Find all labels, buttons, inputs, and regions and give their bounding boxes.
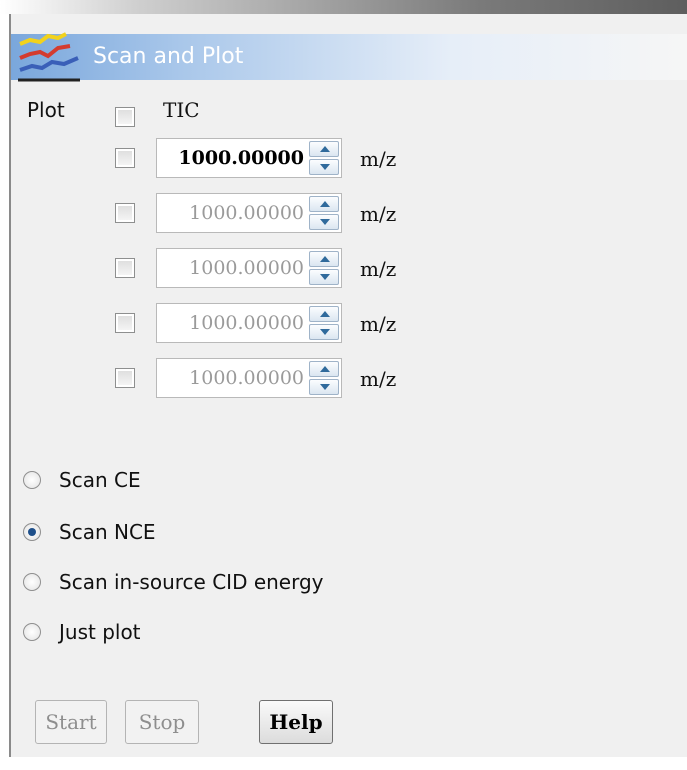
tic-label: TIC — [163, 98, 200, 122]
radio-label: Scan NCE — [59, 520, 156, 544]
mz-value: 1000.00000 — [189, 257, 304, 279]
mz-checkbox-4[interactable] — [115, 313, 135, 333]
plot-label: Plot — [27, 98, 65, 122]
mz-unit-2: m/z — [360, 202, 397, 226]
mz-spinbox-1[interactable]: 1000.00000 — [156, 138, 342, 178]
radio-label: Scan in-source CID energy — [59, 570, 324, 594]
spin-up-icon[interactable] — [309, 306, 339, 322]
scan-and-plot-panel: Scan and Plot Plot TIC 1000.00000 m/z 10… — [9, 14, 687, 757]
mz-checkbox-2[interactable] — [115, 203, 135, 223]
mz-value: 1000.00000 — [189, 202, 304, 224]
mz-spinbox-4[interactable]: 1000.00000 — [156, 303, 342, 343]
radio-label: Just plot — [59, 620, 141, 644]
mz-unit-1: m/z — [360, 147, 397, 171]
spin-up-icon[interactable] — [309, 196, 339, 212]
stop-button[interactable]: Stop — [125, 700, 199, 744]
title-bar: Scan and Plot — [11, 32, 687, 82]
help-button[interactable]: Help — [259, 700, 333, 744]
mz-spinbox-5[interactable]: 1000.00000 — [156, 358, 342, 398]
radio-button[interactable] — [23, 523, 41, 541]
spin-up-icon[interactable] — [309, 251, 339, 267]
line-chart-icon — [18, 32, 80, 82]
window-title: Scan and Plot — [93, 44, 244, 69]
mz-checkbox-5[interactable] — [115, 368, 135, 388]
window-top-strip — [0, 0, 687, 14]
spin-down-icon[interactable] — [309, 269, 339, 285]
radio-button[interactable] — [23, 623, 41, 641]
mz-value: 1000.00000 — [189, 312, 304, 334]
mz-spinbox-2[interactable]: 1000.00000 — [156, 193, 342, 233]
spin-up-icon[interactable] — [309, 141, 339, 157]
tic-checkbox[interactable] — [115, 107, 135, 127]
radio-label: Scan CE — [59, 468, 141, 492]
mz-value: 1000.00000 — [178, 147, 304, 169]
mz-unit-4: m/z — [360, 312, 397, 336]
mz-checkbox-3[interactable] — [115, 258, 135, 278]
mz-unit-3: m/z — [360, 257, 397, 281]
spin-down-icon[interactable] — [309, 379, 339, 395]
spin-up-icon[interactable] — [309, 361, 339, 377]
spin-down-icon[interactable] — [309, 324, 339, 340]
radio-button[interactable] — [23, 471, 41, 489]
mz-value: 1000.00000 — [189, 367, 304, 389]
spin-down-icon[interactable] — [309, 214, 339, 230]
spin-down-icon[interactable] — [309, 159, 339, 175]
start-button[interactable]: Start — [35, 700, 107, 744]
mz-unit-5: m/z — [360, 367, 397, 391]
mz-checkbox-1[interactable] — [115, 148, 135, 168]
mz-spinbox-3[interactable]: 1000.00000 — [156, 248, 342, 288]
radio-button[interactable] — [23, 573, 41, 591]
